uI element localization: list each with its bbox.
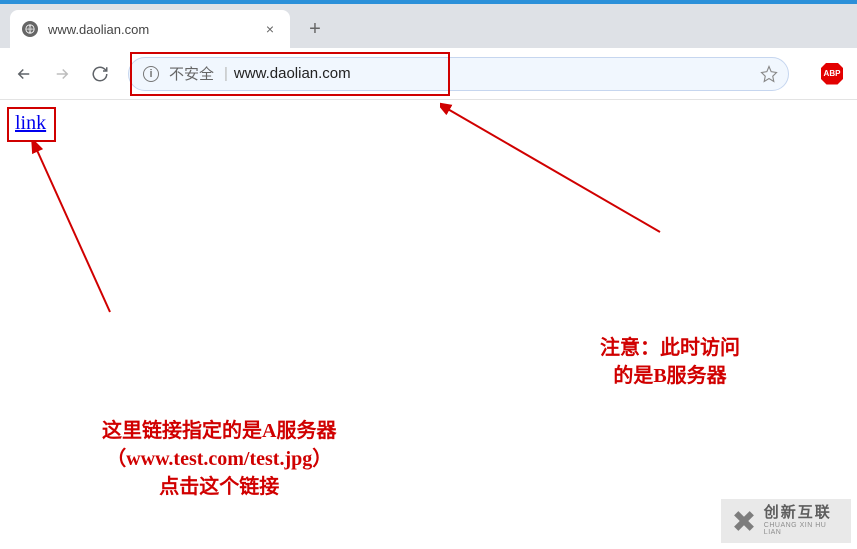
watermark-logo-icon: [729, 506, 758, 536]
abp-extension-icon[interactable]: ABP: [821, 63, 843, 85]
annotation-left: 这里链接指定的是A服务器 （www.test.com/test.jpg） 点击这…: [102, 417, 336, 501]
info-icon[interactable]: i: [143, 66, 159, 82]
arrow-right-icon: [440, 102, 670, 242]
security-status: 不安全: [169, 63, 214, 84]
back-button[interactable]: [14, 64, 34, 84]
tab-strip: www.daolian.com × +: [0, 4, 857, 48]
browser-tab[interactable]: www.daolian.com ×: [10, 10, 290, 48]
watermark: 创新互联 CHUANG XIN HU LIAN: [721, 499, 851, 543]
reload-button[interactable]: [90, 64, 110, 84]
address-bar[interactable]: i 不安全 | www.daolian.com: [128, 57, 789, 91]
globe-icon: [22, 21, 38, 37]
page-content: link 注意：此时访问 的是B服务器 这里链接指定的是A服务器 （www.te…: [0, 100, 857, 549]
page-link[interactable]: link: [15, 112, 46, 134]
annotation-highlight-link: link: [7, 107, 56, 142]
close-icon[interactable]: ×: [262, 21, 278, 37]
tab-title: www.daolian.com: [48, 22, 262, 37]
toolbar: i 不安全 | www.daolian.com ABP: [0, 48, 857, 100]
annotation-right: 注意：此时访问 的是B服务器: [600, 334, 740, 390]
url-text: www.daolian.com: [234, 65, 760, 82]
separator: |: [224, 65, 228, 82]
new-tab-button[interactable]: +: [300, 14, 330, 44]
watermark-text: 创新互联 CHUANG XIN HU LIAN: [764, 505, 843, 537]
forward-button[interactable]: [52, 64, 72, 84]
bookmark-star-icon[interactable]: [760, 65, 778, 83]
arrow-left-icon: [30, 142, 120, 322]
watermark-en: CHUANG XIN HU LIAN: [764, 522, 843, 537]
watermark-cn: 创新互联: [764, 505, 843, 522]
